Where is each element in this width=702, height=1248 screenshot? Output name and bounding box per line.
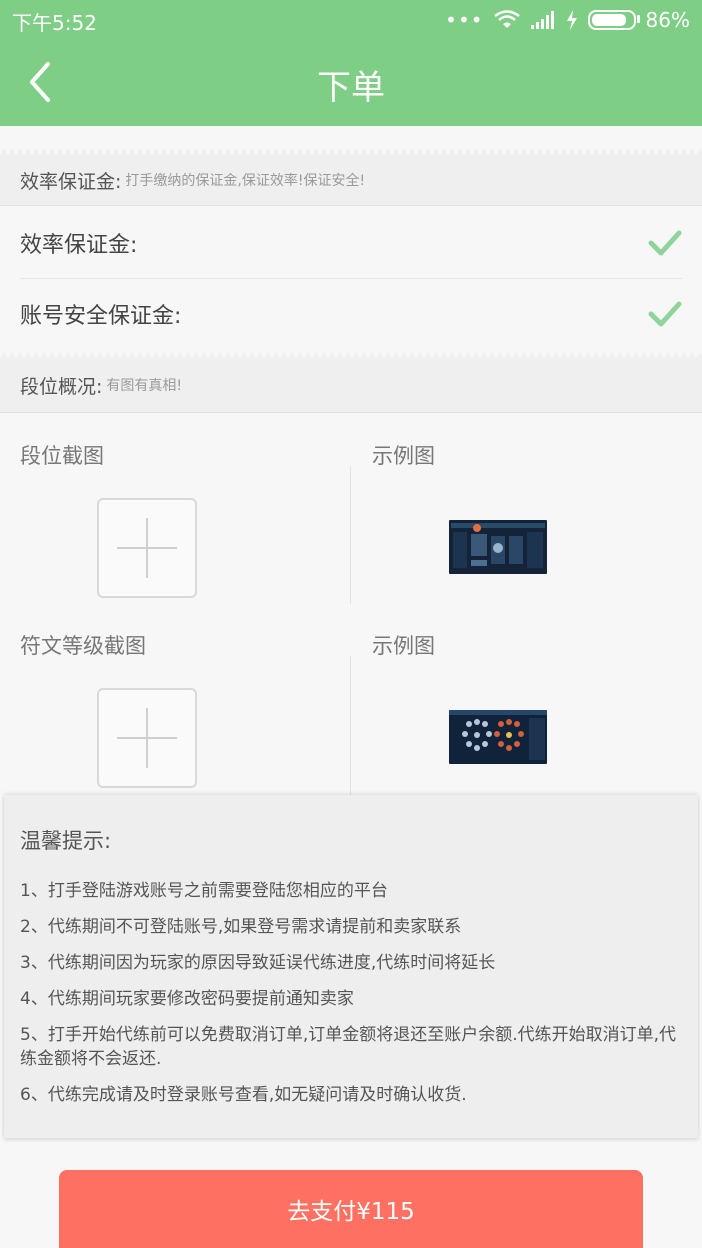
rank-notice: 段位概况: 有图有真相!	[0, 358, 702, 413]
efficiency-notice: 效率保证金: 打手缴纳的保证金,保证效率!保证安全!	[0, 155, 702, 206]
example-label: 示例图	[372, 634, 435, 658]
efficiency-notice-desc: 打手缴纳的保证金,保证效率!保证安全!	[125, 173, 366, 189]
status-time: 下午5:52	[12, 11, 97, 35]
page-title: 下单	[317, 68, 385, 108]
rank-example-image[interactable]	[449, 520, 547, 574]
charging-icon	[566, 10, 577, 30]
rune-example-image[interactable]	[449, 710, 547, 764]
tip-item: 3、代练期间因为玩家的原因导致延误代练进度,代练时间将延长	[20, 953, 496, 973]
tip-item: 6、代练完成请及时登录账号查看,如无疑问请及时确认收货.	[20, 1085, 467, 1105]
battery-percent: 86%	[645, 8, 690, 32]
check-icon[interactable]	[648, 226, 682, 260]
option-efficiency-deposit[interactable]: 效率保证金:	[0, 208, 702, 278]
signal-dots: •••	[445, 8, 484, 32]
tip-item: 4、代练期间玩家要修改密码要提前通知卖家	[20, 989, 354, 1009]
status-icons: ••• 86%	[445, 6, 690, 34]
column-divider	[350, 656, 351, 796]
pay-button[interactable]: 去支付¥115	[59, 1170, 643, 1248]
option-label: 效率保证金:	[20, 233, 138, 258]
battery-icon	[587, 10, 640, 30]
option-account-security-deposit[interactable]: 账号安全保证金:	[0, 279, 702, 349]
rune-screenshot-label: 符文等级截图	[20, 634, 146, 658]
tips-title: 温馨提示:	[20, 829, 112, 853]
tip-item: 1、打手登陆游戏账号之前需要登陆您相应的平台	[20, 881, 388, 901]
rank-notice-title: 段位概况:	[20, 375, 103, 398]
tip-item: 2、代练期间不可登陆账号,如果登号需求请提前和卖家联系	[20, 917, 462, 937]
example-label: 示例图	[372, 444, 435, 468]
tips-panel: 温馨提示: 1、打手登陆游戏账号之前需要登陆您相应的平台 2、代练期间不可登陆账…	[4, 795, 698, 1138]
efficiency-notice-title: 效率保证金:	[20, 170, 122, 193]
rank-notice-desc: 有图有真相!	[106, 378, 183, 394]
rank-screenshot-label: 段位截图	[20, 444, 104, 468]
tips-list: 1、打手登陆游戏账号之前需要登陆您相应的平台 2、代练期间不可登陆账号,如果登号…	[20, 879, 680, 1119]
cell-signal-icon	[530, 11, 554, 29]
app-header: 下午5:52 ••• 86% 下单	[0, 0, 702, 126]
status-bar: 下午5:52 ••• 86%	[0, 0, 702, 40]
column-divider	[350, 466, 351, 604]
check-icon[interactable]	[648, 297, 682, 331]
tip-item: 5、打手开始代练前可以免费取消订单,订单金额将退还至账户余额.代练开始取消订单,…	[20, 1025, 677, 1069]
upload-rune-screenshot-button[interactable]	[97, 688, 197, 788]
option-label: 账号安全保证金:	[20, 304, 182, 329]
wifi-icon	[493, 10, 520, 28]
battery-level	[591, 14, 626, 26]
upload-rank-screenshot-button[interactable]	[97, 498, 197, 598]
